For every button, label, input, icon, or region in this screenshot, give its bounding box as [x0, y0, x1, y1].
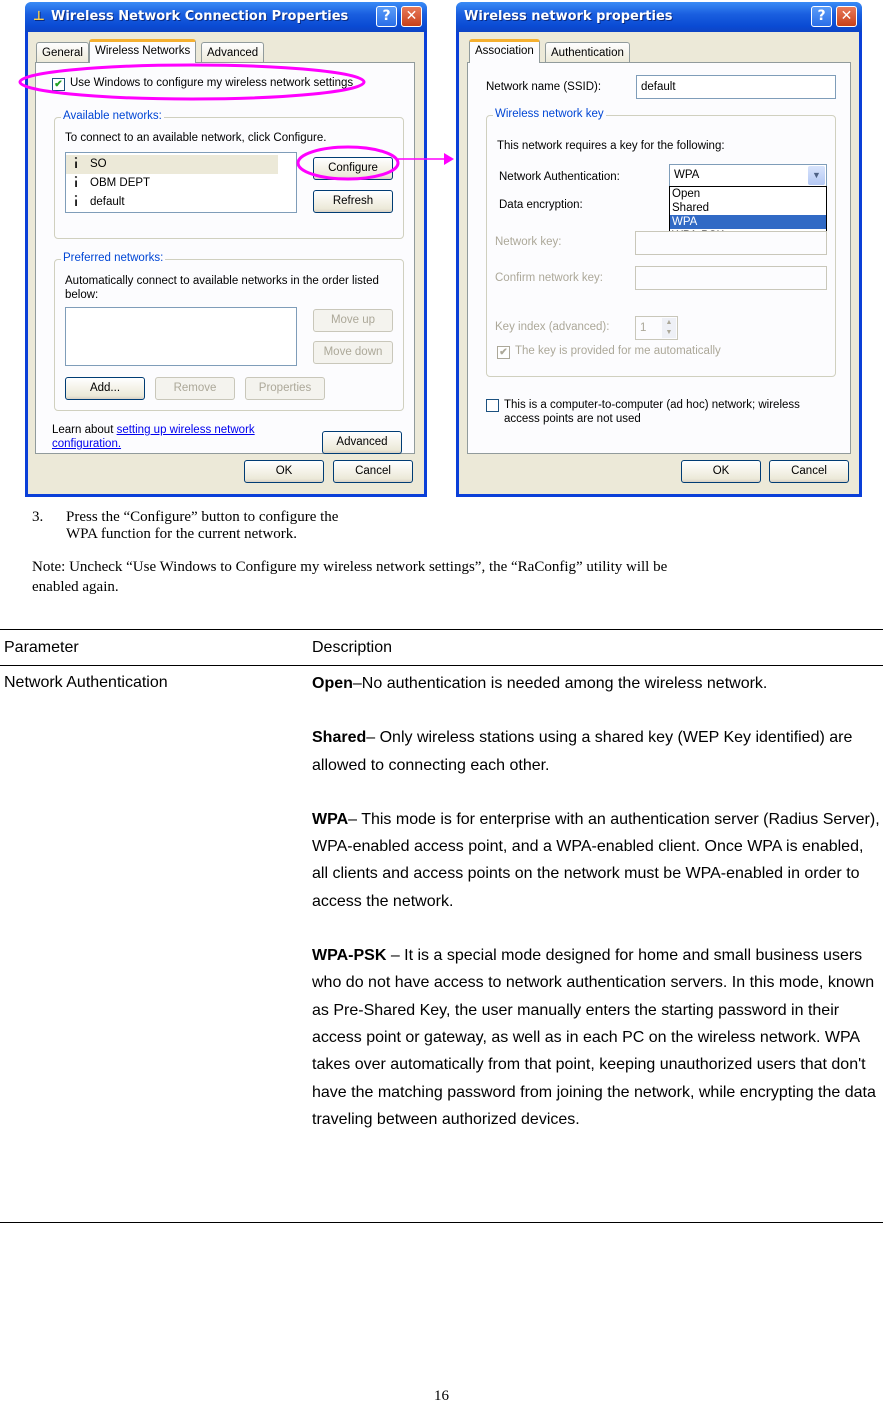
annotation-ellipse-checkbox — [18, 63, 366, 101]
description-wpa: WPA– This mode is for enterprise with an… — [312, 806, 883, 915]
annotation-arrowhead — [444, 153, 454, 165]
description-wpa-psk: WPA-PSK – It is a special mode designed … — [312, 942, 883, 1133]
step-line1: Press the “Configure” button to configur… — [66, 509, 339, 525]
annotation-ellipse-configure — [296, 145, 400, 181]
description-shared: Shared– Only wireless stations using a s… — [312, 724, 883, 779]
text-wpa: – This mode is for enterprise with an au… — [312, 810, 880, 910]
text-open: –No authentication is needed among the w… — [352, 675, 768, 692]
term-open: Open — [312, 675, 353, 692]
term-wpa-psk: WPA-PSK — [312, 947, 387, 965]
note-line2: enabled again. — [32, 579, 119, 595]
annotation-overlay — [18, 63, 454, 181]
step-line2: WPA function for the current network. — [66, 526, 298, 542]
note-text: Note: Uncheck “Use Windows to Configure … — [32, 557, 667, 597]
page-number: 16 — [434, 1388, 449, 1404]
header-description: Description — [312, 639, 393, 656]
header-parameter: Parameter — [4, 639, 79, 656]
description-cell: Open–No authentication is needed among t… — [312, 670, 883, 1133]
table-header-rule — [0, 665, 883, 666]
term-wpa: WPA — [312, 810, 349, 828]
note-line1: Note: Uncheck “Use Windows to Configure … — [32, 559, 668, 575]
step-instruction: 3. Press the “Configure” button to config… — [32, 509, 338, 543]
table-bottom-rule — [0, 1222, 883, 1223]
text-shared: – Only wireless stations using a shared … — [312, 729, 853, 774]
tab-association[interactable]: Association — [469, 39, 540, 63]
description-open: Open–No authentication is needed among t… — [312, 670, 883, 697]
table-top-rule — [0, 629, 883, 630]
parameter-cell: Network Authentication — [4, 674, 168, 691]
term-shared: Shared — [312, 729, 367, 747]
tab-wireless-networks[interactable]: Wireless Networks — [89, 39, 197, 63]
text-wpa-psk: – It is a special mode designed for home… — [312, 947, 876, 1128]
step-number: 3. — [32, 509, 44, 525]
